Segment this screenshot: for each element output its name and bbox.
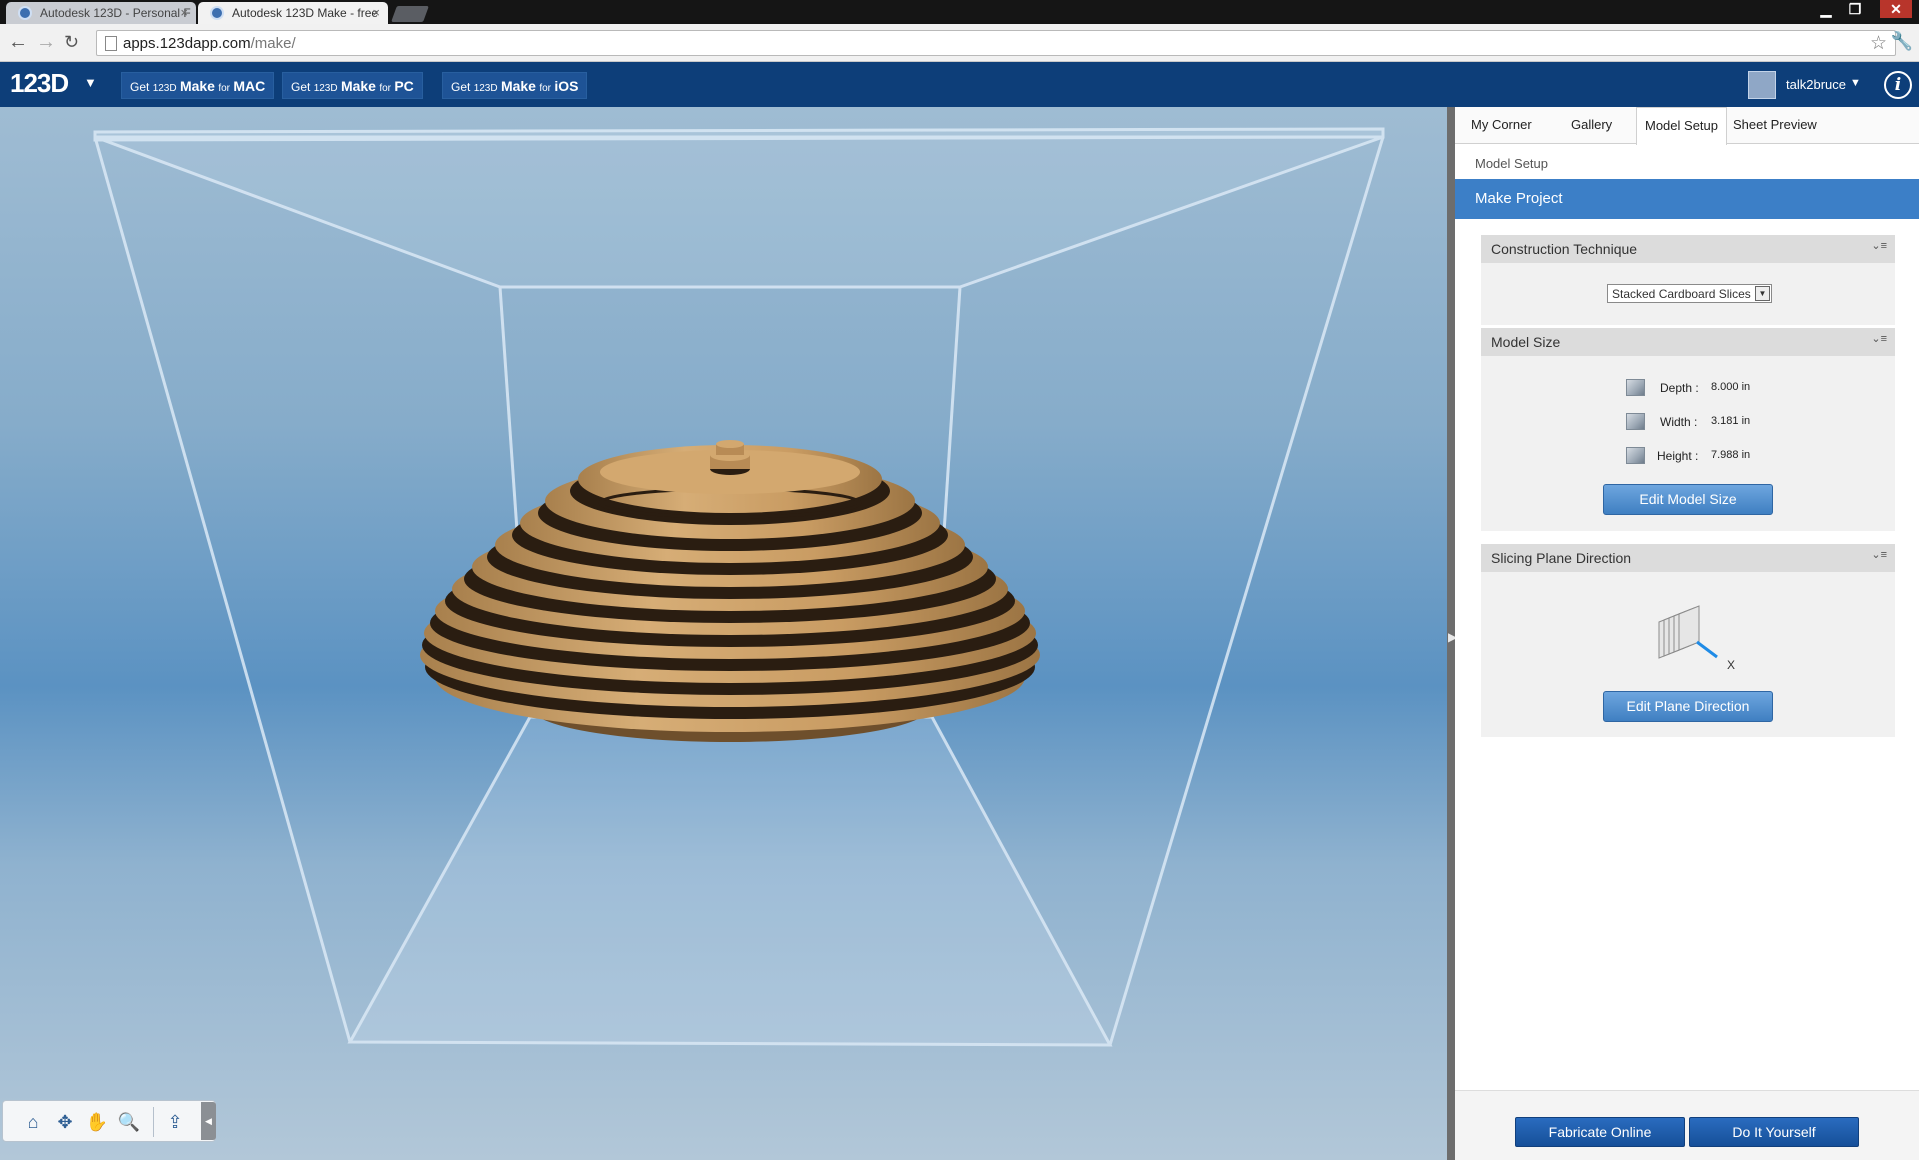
depth-value: 8.000 in: [1711, 381, 1751, 393]
height-icon: [1626, 447, 1645, 464]
bookmark-star-icon[interactable]: ☆: [1870, 32, 1887, 55]
slicing-plane-section: Slicing Plane Direction ⌄≡ X Edit Plane …: [1481, 544, 1895, 737]
depth-row: Depth : 8.000 in: [1481, 379, 1895, 401]
pan-icon[interactable]: ✋: [85, 1110, 109, 1134]
browser-tab[interactable]: Autodesk 123D - Personal F ×: [6, 2, 196, 24]
browser-tabstrip: Autodesk 123D - Personal F × Autodesk 12…: [0, 0, 1919, 24]
scene-canvas: [93, 127, 1385, 1047]
autodesk-favicon-icon: [210, 6, 224, 20]
right-panel: My Corner Gallery Model Setup Sheet Prev…: [1455, 107, 1919, 1160]
browser-tab-active[interactable]: Autodesk 123D Make - free ×: [198, 2, 388, 24]
breadcrumb: Model Setup: [1475, 156, 1548, 171]
autodesk-favicon-icon: [18, 6, 32, 20]
page-title: Make Project: [1455, 179, 1919, 219]
url-text: apps.123dapp.com/make/: [123, 35, 296, 52]
browser-toolbar: ← → ↻ apps.123dapp.com/make/ ☆ 🔧: [0, 24, 1919, 62]
width-row: Width : 3.181 in: [1481, 413, 1895, 435]
orbit-icon[interactable]: ✥: [53, 1110, 77, 1134]
avatar[interactable]: [1748, 71, 1776, 99]
home-icon[interactable]: ⌂: [21, 1110, 45, 1134]
restore-button[interactable]: ❐: [1842, 0, 1868, 18]
username[interactable]: talk2bruce: [1786, 77, 1846, 92]
width-label: Width :: [1660, 415, 1698, 429]
get-make-mac-button[interactable]: Get 123D Make for MAC: [121, 72, 275, 99]
chevron-down-icon[interactable]: ▼: [84, 75, 97, 90]
model-size-section: Model Size ⌄≡ Depth : 8.000 in Width : 3…: [1481, 328, 1895, 531]
tab-title: Autodesk 123D - Personal F: [40, 6, 191, 20]
chevron-down-icon[interactable]: ▼: [1850, 77, 1861, 89]
tab-title: Autodesk 123D Make - free: [232, 6, 379, 20]
height-value: 7.988 in: [1711, 449, 1751, 461]
height-row: Height : 7.988 in: [1481, 447, 1895, 469]
do-it-yourself-button[interactable]: Do It Yourself: [1689, 1117, 1859, 1147]
wrench-icon[interactable]: 🔧: [1891, 31, 1913, 52]
forward-icon[interactable]: →: [36, 31, 56, 54]
page-icon: [105, 36, 117, 51]
construction-technique-section: Construction Technique ⌄≡ Stacked Cardbo…: [1481, 235, 1895, 325]
edit-plane-direction-button[interactable]: Edit Plane Direction: [1603, 691, 1773, 722]
edit-model-size-button[interactable]: Edit Model Size: [1603, 484, 1773, 515]
section-header[interactable]: Slicing Plane Direction ⌄≡: [1481, 544, 1895, 572]
share-icon[interactable]: ⇪: [163, 1110, 187, 1134]
tab-my-corner[interactable]: My Corner: [1471, 117, 1532, 132]
panel-tabs: My Corner Gallery Model Setup Sheet Prev…: [1455, 107, 1919, 145]
chevron-down-icon: ▼: [1755, 286, 1770, 301]
construction-technique-select[interactable]: Stacked Cardboard Slices ▼: [1607, 284, 1772, 303]
toolbar-divider: [153, 1107, 154, 1137]
width-icon: [1626, 413, 1645, 430]
panel-footer: Fabricate Online Do It Yourself: [1455, 1090, 1919, 1160]
fabricate-online-button[interactable]: Fabricate Online: [1515, 1117, 1685, 1147]
app-header: 123D ▼ Get 123D Make for MAC Get 123D Ma…: [0, 62, 1919, 107]
slicing-direction-icon: [1658, 605, 1718, 659]
section-header[interactable]: Model Size ⌄≡: [1481, 328, 1895, 356]
depth-label: Depth :: [1660, 381, 1699, 395]
back-icon[interactable]: ←: [8, 31, 28, 54]
model-viewport[interactable]: [0, 107, 1447, 1160]
zoom-icon[interactable]: 🔍: [117, 1110, 141, 1134]
new-tab-button[interactable]: [391, 6, 429, 22]
tab-close-icon[interactable]: ×: [372, 5, 380, 20]
get-make-ios-button[interactable]: Get 123D Make for iOS: [442, 72, 588, 99]
width-value: 3.181 in: [1711, 415, 1751, 427]
close-window-button[interactable]: ✕: [1880, 0, 1912, 18]
view-navigation-toolbar: ⌂ ✥ ✋ 🔍 ⇪ ◀: [2, 1100, 216, 1142]
info-icon[interactable]: i: [1884, 71, 1912, 99]
reload-icon[interactable]: ↻: [64, 32, 79, 53]
section-menu-icon[interactable]: ⌄≡: [1871, 239, 1887, 252]
123d-logo[interactable]: 123D: [10, 68, 69, 99]
section-header[interactable]: Construction Technique ⌄≡: [1481, 235, 1895, 263]
tab-gallery[interactable]: Gallery: [1571, 117, 1612, 132]
tab-model-setup[interactable]: Model Setup: [1636, 107, 1727, 145]
section-menu-icon[interactable]: ⌄≡: [1871, 332, 1887, 345]
get-make-pc-button[interactable]: Get 123D Make for PC: [282, 72, 423, 99]
address-bar[interactable]: apps.123dapp.com/make/ ☆: [96, 30, 1896, 56]
height-label: Height :: [1657, 449, 1699, 463]
depth-icon: [1626, 379, 1645, 396]
section-menu-icon[interactable]: ⌄≡: [1871, 548, 1887, 561]
collapse-toolbar-icon[interactable]: ◀: [201, 1102, 216, 1140]
tab-sheet-preview[interactable]: Sheet Preview: [1733, 117, 1817, 132]
axis-label: X: [1727, 658, 1736, 672]
tab-close-icon[interactable]: ×: [180, 5, 188, 20]
minimize-button[interactable]: ▁: [1813, 0, 1839, 18]
